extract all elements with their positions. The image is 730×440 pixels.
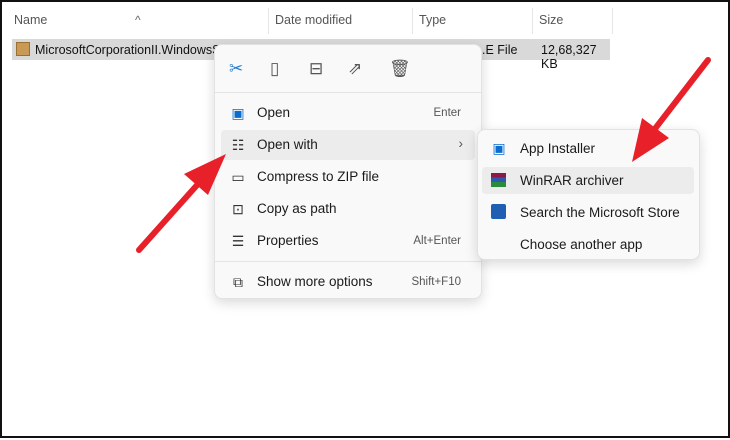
menu-item-label: Copy as path [257,201,337,216]
menu-item-label: Open with [257,137,318,152]
cut-icon[interactable]: ✂ [229,59,243,79]
divider [215,92,481,93]
submenu-item-label: App Installer [520,141,596,156]
file-name: MicrosoftCorporationII.WindowsS [35,43,221,57]
submenu-item-choose-another-app[interactable]: Choose another app [482,231,694,258]
zip-folder-icon: ▭ [231,169,245,185]
submenu-item-winrar[interactable]: WinRAR archiver [482,167,694,194]
menu-item-open[interactable]: ▣ Open Enter [221,98,475,128]
column-divider[interactable] [612,8,613,34]
menu-item-label: Open [257,105,291,120]
app-installer-icon: ▣ [492,140,506,156]
divider [215,261,481,262]
sort-ascending-icon: ^ [135,13,141,27]
context-toolbar: ✂ ▯ ⊟ ⇗ 🗑 [215,57,481,83]
red-arrow-open-with [136,154,226,253]
menu-item-compress-zip[interactable]: ▭ Compress to ZIP file [221,162,475,192]
app-installer-icon: ▣ [231,105,245,121]
shortcut-label: Shift+F10 [411,276,461,288]
column-divider[interactable] [532,8,533,34]
shortcut-label: Alt+Enter [413,235,461,247]
microsoft-store-icon [491,204,507,220]
menu-item-copy-path[interactable]: ⊡ Copy as path [221,194,475,224]
menu-item-open-with[interactable]: ☷ Open with › [221,130,475,160]
menu-item-properties[interactable]: ☰ Properties Alt+Enter [221,226,475,256]
column-name[interactable]: Name [14,13,47,27]
context-menu: ✂ ▯ ⊟ ⇗ 🗑 ▣ Open Enter ☷ Open with › ▭ C… [214,44,482,299]
menu-item-label: Properties [257,233,319,248]
submenu-item-label: Choose another app [520,237,643,252]
rename-icon[interactable]: ⊟ [309,59,323,79]
properties-icon: ☰ [231,233,245,249]
package-icon [16,42,30,56]
copy-icon[interactable]: ▯ [270,59,279,79]
open-with-icon: ☷ [231,137,245,153]
column-divider[interactable] [268,8,269,34]
submenu-item-label: Search the Microsoft Store [520,205,680,220]
menu-item-label: Show more options [257,274,373,289]
column-date-modified[interactable]: Date modified [275,13,352,27]
submenu-item-label: WinRAR archiver [520,173,624,188]
menu-item-show-more-options[interactable]: ⧉ Show more options Shift+F10 [221,267,475,297]
show-more-icon: ⧉ [233,274,243,290]
submenu-item-microsoft-store[interactable]: Search the Microsoft Store [482,199,694,226]
chevron-right-icon: › [458,136,464,151]
delete-icon[interactable]: 🗑 [389,59,411,79]
column-header: ^ Name Date modified Type Size [2,2,728,38]
shortcut-label: Enter [433,107,462,119]
submenu-item-app-installer[interactable]: ▣ App Installer [482,135,694,162]
file-type: .E File [482,43,518,57]
winrar-icon [491,172,507,188]
column-type[interactable]: Type [419,13,446,27]
menu-item-label: Compress to ZIP file [257,169,380,184]
copy-path-icon: ⊡ [232,201,244,217]
file-size: 12,68,327 KB [541,43,597,71]
open-with-submenu: ▣ App Installer WinRAR archiver Search t… [477,129,700,260]
column-size[interactable]: Size [539,13,563,27]
share-icon[interactable]: ⇗ [348,59,362,79]
column-divider[interactable] [412,8,413,34]
